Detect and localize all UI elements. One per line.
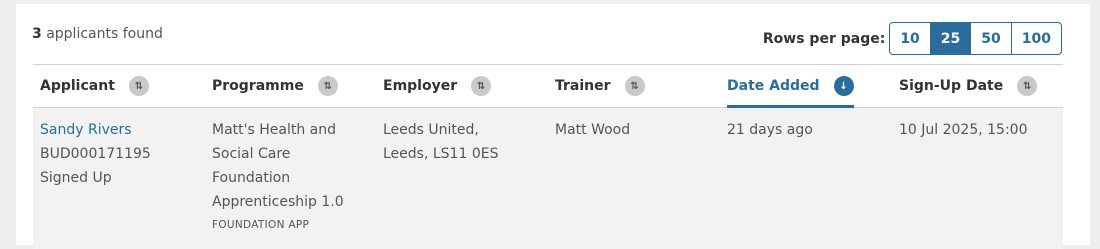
- sort-desc-icon[interactable]: ↓: [833, 76, 854, 96]
- date-added-cell: 21 days ago: [727, 118, 813, 142]
- column-header-applicant[interactable]: Applicant ⇅: [40, 65, 149, 107]
- sort-icon[interactable]: ⇅: [128, 76, 149, 96]
- results-count-number: 3: [32, 26, 42, 42]
- sort-icon[interactable]: ⇅: [624, 76, 645, 96]
- date-added-value: 21 days ago: [727, 122, 813, 138]
- signup-date-cell: 10 Jul 2025, 15:00: [899, 118, 1027, 142]
- applicants-card: 3 applicants found Rows per page: 10 25 …: [16, 4, 1090, 249]
- employer-address: Leeds, LS11 0ES: [383, 146, 499, 162]
- applicant-id: BUD000171195: [40, 146, 151, 162]
- results-count: 3 applicants found: [32, 26, 163, 42]
- table-row: Sandy Rivers BUD000171195 Signed Up Matt…: [33, 108, 1063, 249]
- column-header-programme[interactable]: Programme ⇅: [212, 65, 338, 107]
- rows-per-page-50-button[interactable]: 50: [970, 22, 1012, 55]
- column-label-employer: Employer: [383, 78, 458, 94]
- column-header-trainer[interactable]: Trainer ⇅: [555, 65, 645, 107]
- programme-name-line: Matt's Health and: [212, 122, 336, 138]
- trainer-cell: Matt Wood: [555, 118, 630, 142]
- applicants-table: Applicant ⇅ Programme ⇅ Employer ⇅ Train…: [33, 64, 1063, 249]
- employer-cell: Leeds United, Leeds, LS11 0ES: [383, 118, 498, 166]
- programme-name-line: Foundation: [212, 170, 291, 186]
- signup-date-value: 10 Jul 2025, 15:00: [899, 122, 1028, 138]
- column-label-applicant: Applicant: [40, 78, 115, 94]
- applicant-name-link[interactable]: Sandy Rivers: [40, 122, 132, 138]
- sort-icon[interactable]: ⇅: [471, 76, 492, 96]
- column-header-date-added[interactable]: Date Added ↓: [727, 65, 854, 108]
- column-label-trainer: Trainer: [555, 78, 611, 94]
- programme-cell: Matt's Health and Social Care Foundation…: [212, 118, 344, 236]
- column-header-employer[interactable]: Employer ⇅: [383, 65, 492, 107]
- trainer-name: Matt Wood: [555, 122, 631, 138]
- rows-per-page-label: Rows per page:: [762, 30, 886, 47]
- rows-per-page-100-button[interactable]: 100: [1010, 22, 1062, 55]
- employer-name: Leeds United,: [383, 122, 479, 138]
- applicant-status: Signed Up: [40, 170, 112, 186]
- rows-per-page-10-button[interactable]: 10: [889, 22, 931, 55]
- sort-icon[interactable]: ⇅: [317, 76, 338, 96]
- column-label-programme: Programme: [212, 78, 304, 94]
- column-label-signup-date: Sign-Up Date: [899, 78, 1004, 94]
- programme-tag: FOUNDATION APP: [212, 219, 310, 231]
- column-label-date-added: Date Added: [727, 78, 820, 94]
- applicant-cell: Sandy Rivers BUD000171195 Signed Up: [40, 118, 151, 190]
- sort-icon[interactable]: ⇅: [1017, 76, 1038, 96]
- column-header-signup-date[interactable]: Sign-Up Date ⇅: [899, 65, 1038, 107]
- rows-per-page-25-button[interactable]: 25: [929, 22, 972, 55]
- results-count-text: applicants found: [46, 26, 163, 42]
- table-header: Applicant ⇅ Programme ⇅ Employer ⇅ Train…: [33, 65, 1063, 108]
- programme-name-line: Apprenticeship 1.0: [212, 194, 344, 210]
- programme-name-line: Social Care: [212, 146, 291, 162]
- rows-per-page: Rows per page: 10 25 50 100: [763, 22, 1062, 55]
